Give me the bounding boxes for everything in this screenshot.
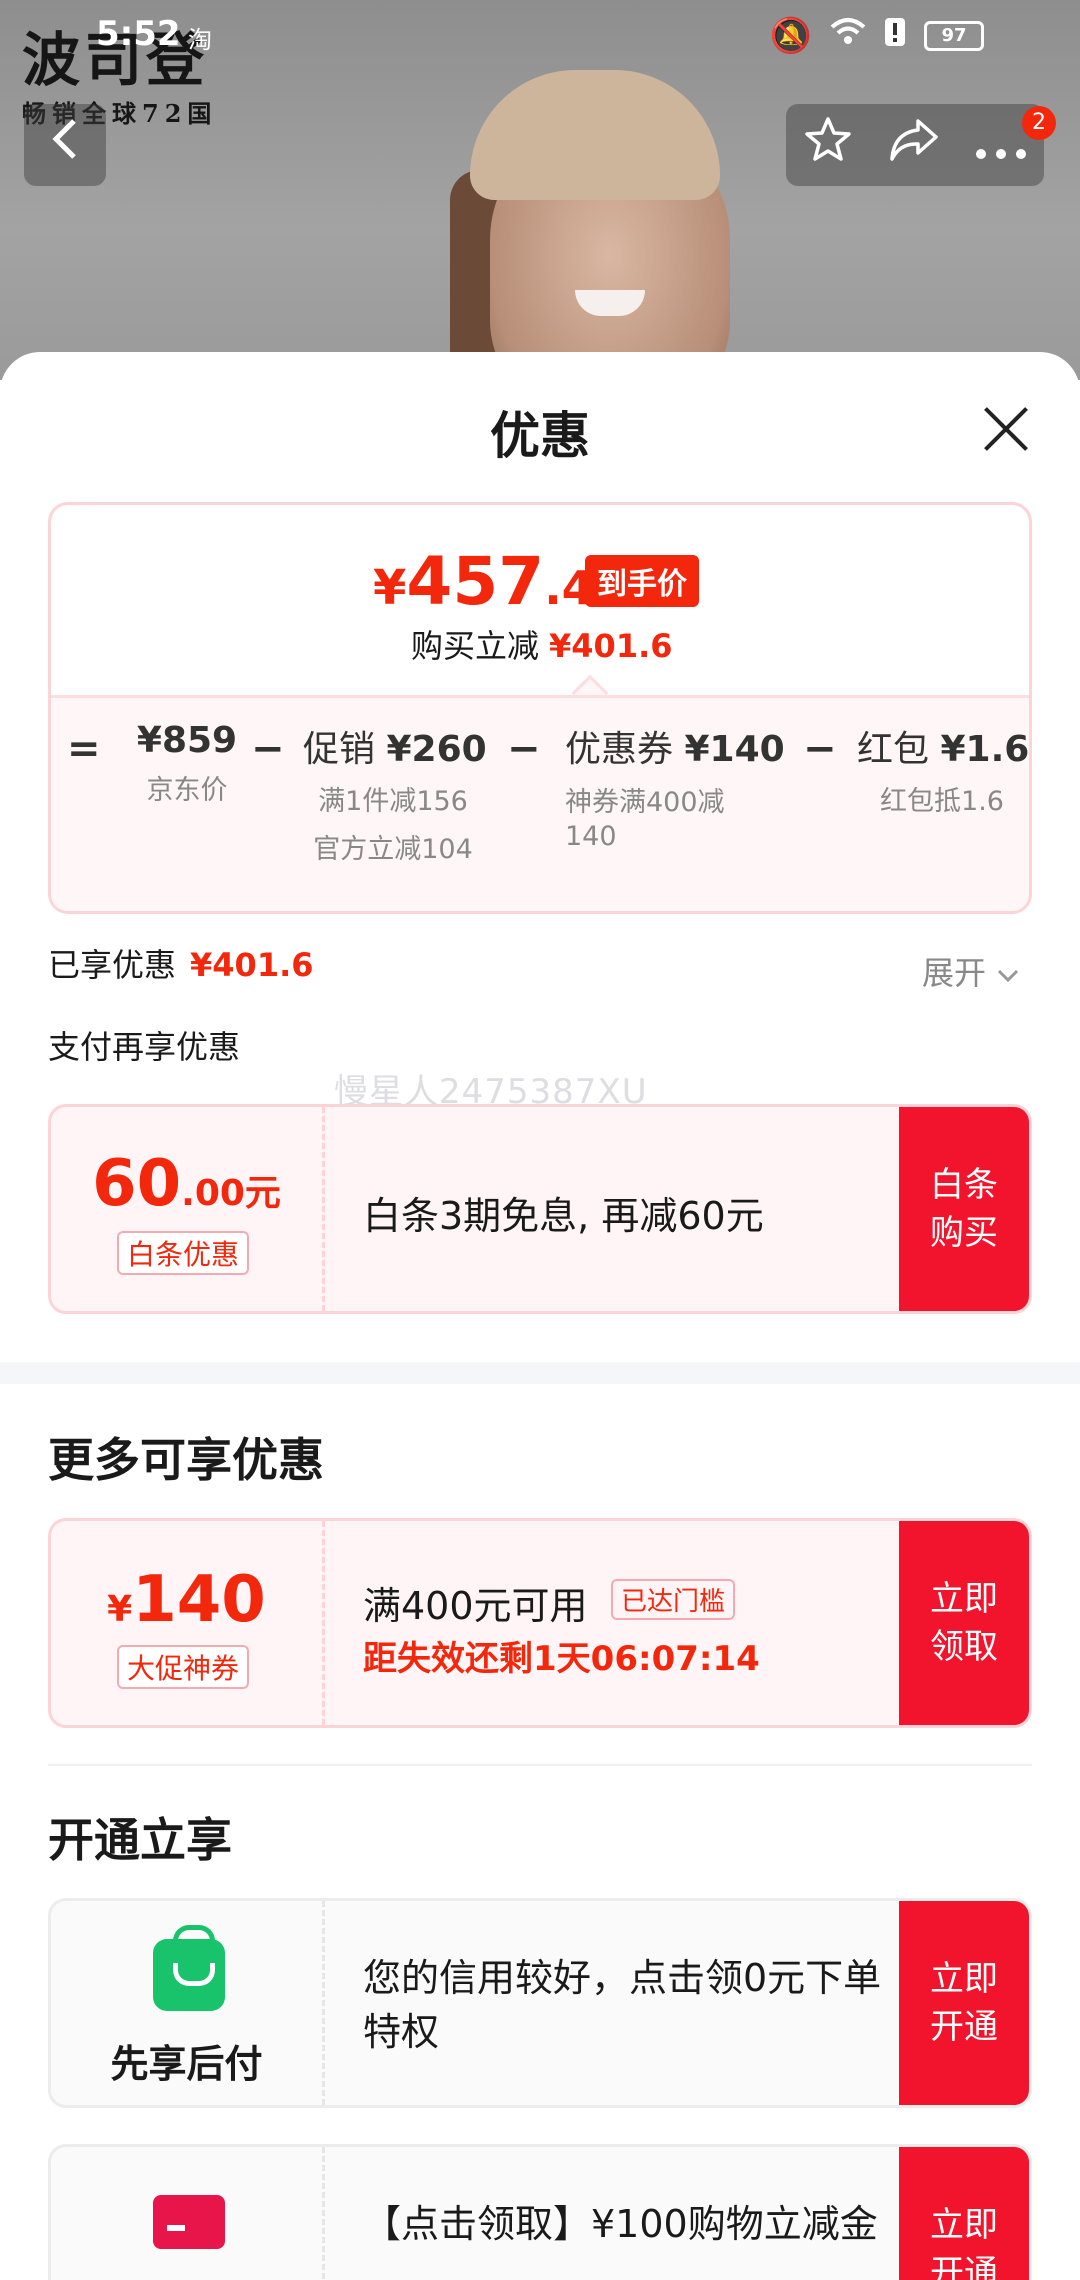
breakdown-label: 红包 bbox=[857, 729, 930, 770]
breakdown-value: ¥859 bbox=[136, 720, 238, 761]
share-icon[interactable] bbox=[888, 117, 940, 173]
alert-icon bbox=[884, 16, 906, 56]
final-price-integer: 457 bbox=[406, 543, 545, 620]
discount-sheet: 优惠 ¥ 457 .4 到手价 购买立减 ¥401.6 = ¥859 京东价 −… bbox=[0, 352, 1080, 2280]
breakdown-value: ¥1.6 bbox=[940, 729, 1030, 770]
breakdown-label: 优惠券 bbox=[565, 729, 674, 770]
coupon-expiry-countdown: 距失效还剩1天06:07:14 bbox=[363, 1639, 760, 1679]
coupon-description: 白条3期免息, 再减60元 bbox=[363, 1194, 764, 1238]
coupon-type-tag: 白条优惠 bbox=[117, 1231, 250, 1275]
coupon-amount-int: 140 bbox=[132, 1563, 266, 1637]
credit-brand bbox=[51, 2147, 325, 2280]
credit-card-icon bbox=[153, 2195, 225, 2249]
chevron-left-icon bbox=[50, 117, 80, 173]
breakdown-sub-line: 神券满400减 bbox=[565, 787, 725, 818]
coupon-amount: 60.00元 bbox=[51, 1147, 322, 1221]
reduce-label: 购买立减 bbox=[411, 627, 540, 665]
shenquan-coupon-card: ¥140 大促神券 满400元可用 已达门槛 距失效还剩1天06:07:14 立… bbox=[48, 1518, 1032, 1728]
bnpl-label: 先享后付 bbox=[110, 2042, 263, 2086]
notification-badge: 2 bbox=[1022, 106, 1056, 140]
breakdown-sub-line: 官方立减104 bbox=[313, 834, 473, 865]
coupon-amount-suffix: .00元 bbox=[181, 1173, 281, 1214]
open-section-title: 开通立享 bbox=[48, 1813, 232, 1867]
battery-icon: 97 bbox=[924, 21, 984, 51]
coupon-amount: ¥140 bbox=[51, 1563, 322, 1637]
baitiao-coupon-card: 60.00元 白条优惠 白条3期免息, 再减60元 白条 购买 bbox=[48, 1104, 1032, 1314]
claim-coupon-button[interactable]: 立即 领取 bbox=[899, 1521, 1029, 1725]
divider bbox=[48, 1764, 1032, 1766]
coupon-value-section: ¥140 大促神券 bbox=[51, 1521, 325, 1725]
breakdown-sub-line: 140 bbox=[565, 821, 617, 852]
final-price-tag: 到手价 bbox=[585, 555, 699, 607]
expand-label: 展开 bbox=[922, 954, 987, 992]
taobao-notification-icon: 淘 bbox=[188, 26, 212, 54]
breakdown-sub: 红包抵1.6 bbox=[880, 786, 1004, 817]
status-icons: 🔕 97 bbox=[770, 16, 984, 56]
open-bnpl-button[interactable]: 立即 开通 bbox=[899, 1901, 1029, 2105]
enjoyed-label: 已享优惠 bbox=[48, 946, 177, 984]
calc-minus: − bbox=[803, 726, 837, 772]
final-price-section: ¥ 457 .4 到手价 购买立减 ¥401.6 bbox=[51, 505, 1029, 695]
bnpl-brand: 先享后付 bbox=[51, 1901, 325, 2105]
final-price-currency: ¥ bbox=[373, 560, 407, 616]
enjoyed-amount: ¥401.6 bbox=[190, 946, 314, 984]
calc-minus: − bbox=[251, 726, 285, 772]
status-bar: 5:52 淘 🔕 97 bbox=[0, 0, 1080, 72]
coupon-currency: ¥ bbox=[107, 1589, 133, 1630]
coupon-condition: 满400元可用 bbox=[363, 1584, 588, 1628]
breakdown-label: 促销 bbox=[303, 729, 376, 770]
shopping-credit-card: 【点击领取】¥100购物立减金 立即 开通 bbox=[48, 2144, 1032, 2280]
coupon-value-section: 60.00元 白条优惠 bbox=[51, 1107, 325, 1311]
app-root: 波司登 畅销全球72国 5:52 淘 🔕 97 2 优惠 ¥ 457 .4 到手… bbox=[0, 0, 1080, 2280]
credit-description: 【点击领取】¥100购物立减金 bbox=[363, 2202, 878, 2246]
sheet-title: 优惠 bbox=[490, 407, 590, 465]
mute-bell-icon: 🔕 bbox=[769, 16, 812, 56]
coupon-amount-int: 60 bbox=[92, 1147, 182, 1221]
final-price: ¥ 457 .4 bbox=[373, 543, 594, 620]
pay-more-title: 支付再享优惠 bbox=[48, 1028, 241, 1066]
star-icon[interactable] bbox=[803, 115, 853, 175]
price-breakdown: = ¥859 京东价 − 促销 ¥260 满1件减156 官方立减104 − 优… bbox=[51, 695, 1030, 911]
reduce-line: 购买立减 ¥401.6 bbox=[411, 621, 673, 667]
breakdown-sub: 满1件减156 官方立减104 bbox=[303, 778, 483, 874]
shopping-bag-icon bbox=[153, 1925, 225, 2011]
section-divider bbox=[0, 1362, 1080, 1384]
expand-toggle[interactable]: 展开 bbox=[922, 948, 1020, 994]
open-credit-button[interactable]: 立即 开通 bbox=[899, 2147, 1029, 2280]
more-discounts-title: 更多可享优惠 bbox=[48, 1433, 324, 1487]
breakdown-sub: 京东价 bbox=[146, 775, 228, 806]
hero-model-cap bbox=[470, 70, 720, 200]
back-button[interactable] bbox=[24, 104, 106, 186]
breakdown-redpacket: 红包 ¥1.6 红包抵1.6 bbox=[857, 720, 1030, 826]
bnpl-description: 您的信用较好，点击领0元下单特权 bbox=[363, 1956, 882, 2054]
breakdown-coupon: 优惠券 ¥140 神券满400减 140 bbox=[565, 720, 785, 854]
calc-equals: = bbox=[67, 726, 101, 772]
breakdown-jd-price: ¥859 京东价 bbox=[127, 720, 247, 815]
calc-minus: − bbox=[507, 726, 541, 772]
baitiao-buy-button[interactable]: 白条 购买 bbox=[899, 1107, 1029, 1311]
enjoyed-discount: 已享优惠 ¥401.6 bbox=[48, 940, 314, 986]
breakdown-promo: 促销 ¥260 满1件减156 官方立减104 bbox=[303, 720, 487, 874]
breakdown-sub-line: 满1件减156 bbox=[318, 786, 468, 817]
breakdown-value: ¥140 bbox=[684, 729, 785, 770]
wifi-icon bbox=[830, 16, 866, 56]
top-actions bbox=[786, 104, 1044, 186]
coupon-type-tag: 大促神券 bbox=[117, 1645, 250, 1689]
bnpl-card: 先享后付 您的信用较好，点击领0元下单特权 立即 开通 bbox=[48, 1898, 1032, 2108]
reduce-amount: ¥401.6 bbox=[549, 627, 673, 665]
breakdown-value: ¥260 bbox=[386, 729, 487, 770]
status-time: 5:52 bbox=[96, 14, 181, 54]
chevron-down-icon bbox=[996, 954, 1020, 992]
more-icon[interactable] bbox=[975, 121, 1027, 170]
threshold-reached-badge: 已达门槛 bbox=[611, 1579, 736, 1620]
close-button[interactable] bbox=[976, 398, 1036, 458]
breakdown-sub: 神券满400减 140 bbox=[565, 786, 775, 854]
price-summary-card: ¥ 457 .4 到手价 购买立减 ¥401.6 = ¥859 京东价 − 促销 … bbox=[48, 502, 1032, 914]
